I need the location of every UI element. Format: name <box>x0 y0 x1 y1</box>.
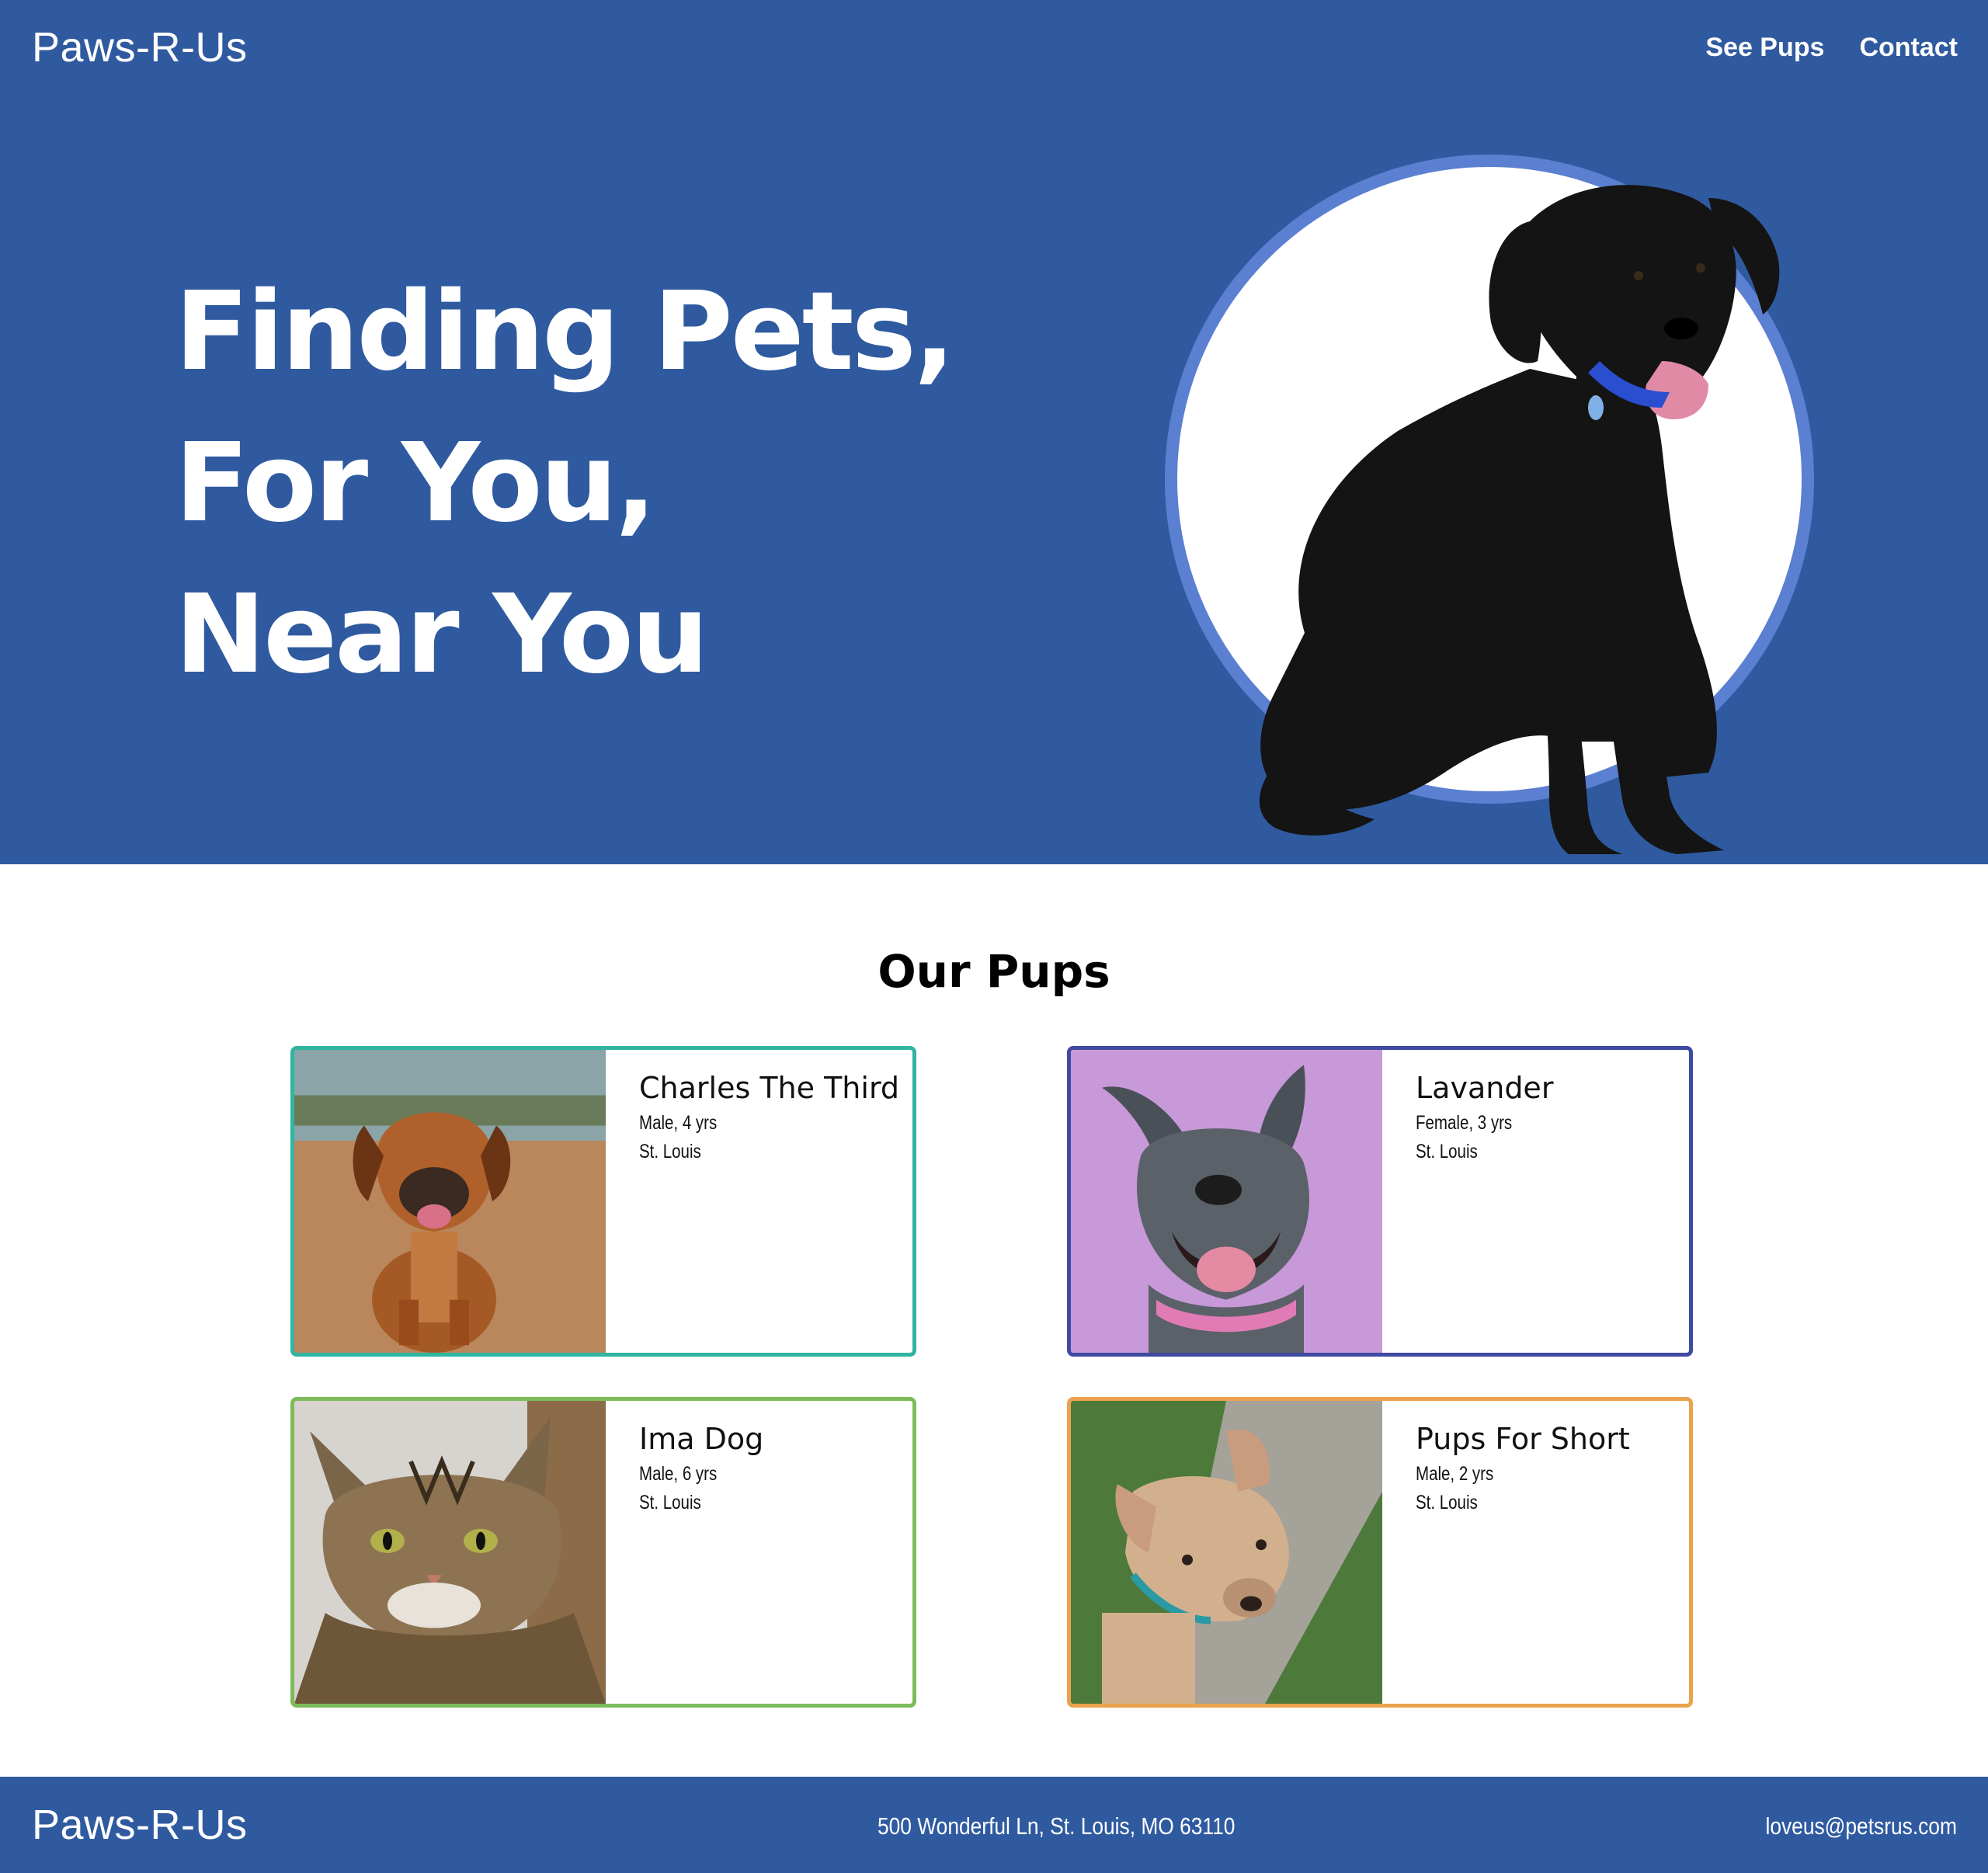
pup-name: Pups For Short <box>1416 1422 1630 1456</box>
pup-location: St. Louis <box>1416 1492 1478 1513</box>
nav-see-pups[interactable]: See Pups <box>1705 28 1824 67</box>
pup-location: St. Louis <box>639 1141 701 1162</box>
pup-info: Lavander Female, 3 yrs St. Louis <box>1416 1067 1681 1166</box>
brown-puppy-photo-icon <box>294 1050 606 1353</box>
hero-line-2: For You, <box>175 420 656 547</box>
pup-details: Male, 6 yrs <box>639 1463 718 1485</box>
pup-info: Pups For Short Male, 2 yrs St. Louis <box>1416 1418 1681 1517</box>
footer-email-link[interactable]: loveus@petsrus.com <box>1766 1811 1957 1842</box>
pup-location: St. Louis <box>1416 1141 1478 1162</box>
brand-logo[interactable]: Paws-R-Us <box>32 20 248 75</box>
section-title: Our Pups <box>878 945 1110 998</box>
site-header: Paws-R-Us See Pups Contact Finding Pets,… <box>0 0 1988 864</box>
pup-details: Female, 3 yrs <box>1416 1112 1513 1134</box>
pup-card-charles[interactable]: Charles The Third Male, 4 yrs St. Louis <box>290 1046 916 1357</box>
pup-details: Male, 2 yrs <box>1416 1463 1494 1485</box>
pups-section: Our Pups Charles The Third Male, 4 yrs S… <box>0 864 1988 1777</box>
hero-line-3: Near You <box>175 572 709 698</box>
hero-line-1: Finding Pets, <box>175 269 955 395</box>
site-footer: Paws-R-Us 500 Wonderful Ln, St. Louis, M… <box>0 1777 1988 1873</box>
pup-name: Ima Dog <box>639 1422 764 1456</box>
hero-dog-image <box>1165 151 1817 864</box>
pup-details: Male, 4 yrs <box>639 1112 718 1134</box>
pup-info: Ima Dog Male, 6 yrs St. Louis <box>639 1418 905 1517</box>
black-dog-icon <box>1165 155 1814 854</box>
pup-location: St. Louis <box>639 1492 701 1513</box>
pup-card-lavander[interactable]: Lavander Female, 3 yrs St. Louis <box>1067 1046 1693 1357</box>
hero-heading: Finding Pets, For You, Near You <box>175 256 955 711</box>
tan-puppy-grass-photo-icon <box>1071 1401 1382 1704</box>
pup-info: Charles The Third Male, 4 yrs St. Louis <box>639 1067 905 1166</box>
tabby-cat-photo-icon <box>294 1401 606 1704</box>
pup-card-ima-dog[interactable]: Ima Dog Male, 6 yrs St. Louis <box>290 1397 916 1708</box>
gray-dog-purple-photo-icon <box>1071 1050 1382 1353</box>
footer-address: 500 Wonderful Ln, St. Louis, MO 63110 <box>878 1812 1236 1840</box>
pup-card-pups-for-short[interactable]: Pups For Short Male, 2 yrs St. Louis <box>1067 1397 1693 1708</box>
pup-name: Lavander <box>1416 1071 1554 1105</box>
main-nav: See Pups Contact <box>1705 28 1958 67</box>
nav-contact[interactable]: Contact <box>1859 28 1958 67</box>
pup-name: Charles The Third <box>639 1071 900 1105</box>
footer-brand[interactable]: Paws-R-Us <box>32 1798 248 1852</box>
